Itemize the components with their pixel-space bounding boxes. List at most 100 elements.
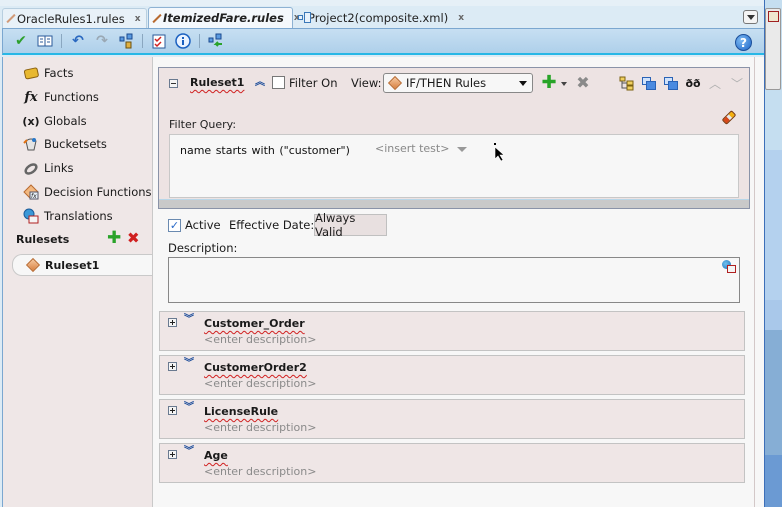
expand-rule-chevron-icon[interactable]: ︾: [184, 315, 194, 325]
move-down-icon[interactable]: ﹀: [728, 74, 746, 92]
view-select[interactable]: IF/THEN Rules: [383, 73, 533, 93]
active-label: Active: [185, 218, 221, 232]
rule-name[interactable]: Age: [204, 449, 228, 462]
expand-rule-icon[interactable]: [168, 362, 177, 371]
expand-rule-chevron-icon[interactable]: ︾: [184, 403, 194, 413]
collapse-ruleset-icon[interactable]: [169, 79, 178, 88]
nav-item-decision-functions[interactable]: fx Decision Functions: [23, 183, 152, 201]
view-label: View:: [351, 76, 382, 90]
tab-list-dropdown[interactable]: [743, 10, 758, 24]
ruleset-panel: Ruleset1 ︽ Filter On View: IF/THEN Rules…: [158, 67, 750, 209]
expand-all-icon: [642, 76, 656, 90]
filter-on-label: Filter On: [289, 76, 338, 90]
mouse-cursor-icon: [494, 143, 505, 161]
rule-row[interactable]: ︾ CustomerOrder2 <enter description>: [159, 355, 745, 395]
tab-oracle-rules1[interactable]: OracleRules1.rules x: [2, 8, 147, 28]
advanced-view-icon[interactable]: ðð: [684, 74, 702, 92]
nav-label: Translations: [44, 209, 113, 223]
rule-row[interactable]: ︾ Age <enter description>: [159, 443, 745, 483]
expand-rule-icon[interactable]: [168, 318, 177, 327]
rules-toolbar: ✔ ↶ ↷ ?: [2, 28, 764, 55]
show-tree-button[interactable]: [618, 74, 636, 92]
ruleset-item[interactable]: Ruleset1: [12, 254, 158, 276]
rule-name[interactable]: Customer_Order: [204, 317, 305, 330]
nav-item-links[interactable]: Links: [23, 159, 74, 177]
delete-ruleset-button[interactable]: ✖: [127, 231, 140, 246]
close-tab-icon[interactable]: x: [135, 14, 141, 24]
view-select-value: IF/THEN Rules: [406, 76, 487, 90]
expand-rule-icon[interactable]: [168, 450, 177, 459]
collapse-all-icon: [664, 76, 678, 90]
import-icon[interactable]: [206, 32, 226, 50]
generate-icon[interactable]: [116, 32, 136, 50]
expand-rule-icon[interactable]: [168, 406, 177, 415]
filter-query-test[interactable]: name starts with ("customer"): [180, 144, 350, 157]
add-rule-button[interactable]: ✚: [540, 74, 558, 92]
globals-icon: (x): [22, 114, 40, 128]
dictionary-links-icon[interactable]: [35, 32, 55, 50]
ruleset-title: Ruleset1: [190, 76, 245, 89]
bucketsets-icon: [23, 136, 39, 152]
nav-label: Globals: [44, 114, 87, 128]
add-ruleset-button[interactable]: ✚: [107, 230, 121, 247]
close-tab-icon[interactable]: x: [458, 13, 464, 23]
redo-icon[interactable]: ↷: [92, 32, 112, 50]
tab-itemized-fare[interactable]: ItemizedFare.rules x: [148, 7, 300, 28]
nav-item-facts[interactable]: Facts: [23, 64, 73, 82]
editor-tab-strip: OracleRules1.rules x ItemizedFare.rules …: [0, 0, 764, 28]
rule-row[interactable]: ︾ LicenseRule <enter description>: [159, 399, 745, 439]
translations-icon: [23, 208, 39, 224]
rule-name[interactable]: LicenseRule: [204, 405, 278, 418]
expand-rule-chevron-icon[interactable]: ︾: [184, 447, 194, 457]
expand-all-button[interactable]: [640, 74, 658, 92]
nav-label: Functions: [44, 90, 99, 104]
add-rule-dropdown-icon[interactable]: [561, 82, 567, 86]
rules-diamond-icon: [387, 75, 403, 91]
insert-test-dropdown-icon[interactable]: [457, 147, 467, 152]
undo-icon[interactable]: ↶: [68, 32, 88, 50]
delete-rule-button[interactable]: ✖: [574, 74, 592, 92]
plus-icon: ✚: [541, 72, 557, 93]
links-icon: [23, 160, 39, 176]
effective-date-button[interactable]: Always Valid: [314, 211, 387, 239]
active-checkbox[interactable]: ✓: [168, 219, 181, 232]
rule-description[interactable]: <enter description>: [204, 377, 316, 390]
filter-on-checkbox[interactable]: [272, 76, 285, 89]
description-input[interactable]: [168, 257, 740, 303]
rule-description[interactable]: <enter description>: [204, 421, 316, 434]
nav-item-bucketsets[interactable]: Bucketsets: [23, 135, 107, 153]
svg-text:fx: fx: [31, 193, 37, 200]
help-icon[interactable]: ?: [735, 34, 752, 51]
tree-icon: [619, 76, 634, 90]
nav-item-functions[interactable]: fx Functions: [23, 88, 99, 106]
nav-label: Bucketsets: [44, 137, 107, 151]
checklist-icon[interactable]: [149, 32, 169, 50]
rule-row[interactable]: ︾ Customer_Order <enter description>: [159, 311, 745, 351]
rule-description[interactable]: <enter description>: [204, 465, 316, 478]
validate-icon[interactable]: ✔: [11, 32, 31, 50]
translation-icon[interactable]: [722, 260, 736, 274]
description-label: Description:: [168, 241, 238, 255]
rule-name[interactable]: CustomerOrder2: [204, 361, 307, 374]
filter-query-label: Filter Query:: [169, 118, 237, 131]
nav-label: Decision Functions: [44, 185, 152, 199]
nav-label: Facts: [44, 66, 74, 80]
info-icon[interactable]: [173, 32, 193, 50]
chevron-down-icon: [519, 81, 527, 86]
collapse-all-button[interactable]: [662, 74, 680, 92]
insert-test-placeholder[interactable]: <insert test>: [375, 142, 449, 155]
nav-item-globals[interactable]: (x) Globals: [22, 112, 87, 130]
filter-query-box[interactable]: name starts with ("customer") <insert te…: [169, 134, 739, 198]
clear-filter-eraser-icon[interactable]: [721, 110, 737, 125]
rule-description[interactable]: <enter description>: [204, 333, 316, 346]
resources-panel-tab[interactable]: Resources: [765, 8, 782, 90]
ruleset-panel-footer: [159, 199, 749, 208]
tab-project2-composite[interactable]: Project2(composite.xml) x: [294, 8, 470, 28]
nav-label: Links: [44, 161, 74, 175]
facts-icon: [23, 65, 39, 81]
collapse-all-chevron-icon[interactable]: ︽: [255, 78, 265, 88]
delete-icon: ✖: [576, 73, 590, 92]
nav-item-translations[interactable]: Translations: [23, 207, 113, 225]
expand-rule-chevron-icon[interactable]: ︾: [184, 359, 194, 369]
move-up-icon[interactable]: ︿: [706, 74, 724, 92]
